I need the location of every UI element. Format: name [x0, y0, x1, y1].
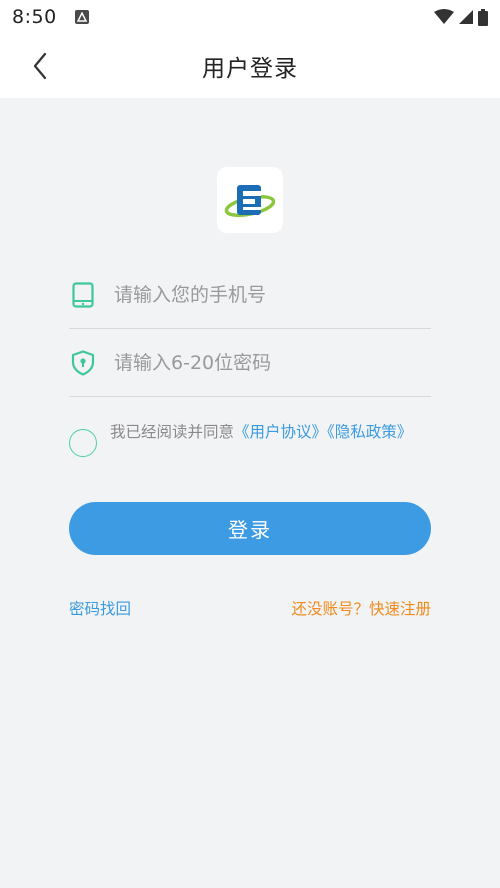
header-bar: 用户登录 [0, 34, 500, 98]
back-button[interactable] [22, 48, 58, 84]
signal-icon [459, 10, 473, 24]
agreement-row: 我已经阅读并同意《用户协议》《隐私政策》 [69, 420, 431, 457]
forgot-password-link[interactable]: 密码找回 [69, 597, 131, 619]
status-time: 8:50 [12, 6, 57, 28]
wifi-icon [434, 9, 454, 24]
shield-lock-icon [70, 349, 96, 376]
notification-app-icon [74, 10, 89, 24]
privacy-policy-link[interactable]: 《隐私政策》 [327, 423, 412, 441]
password-field-row [69, 329, 431, 397]
status-indicators [434, 8, 488, 26]
status-bar: 8:50 [0, 0, 500, 34]
phone-field-row [69, 261, 431, 329]
phone-input[interactable] [114, 283, 414, 306]
login-screen: 8:50 用户登录 请输入您的手机号 我已经阅读并同意《用户协议》《隐私政策》 … [0, 0, 500, 888]
user-agreement-link[interactable]: 《用户协议》 [234, 423, 327, 441]
footer-links: 密码找回 还没账号？快速注册 [69, 597, 431, 619]
tablet-phone-icon [70, 281, 96, 308]
page-title: 用户登录 [202, 56, 298, 82]
chevron-left-icon [33, 52, 47, 80]
app-logo-icon [224, 185, 276, 218]
agreement-prefix: 我已经阅读并同意 [110, 423, 235, 441]
app-logo [217, 167, 283, 233]
login-button[interactable]: 登录 [69, 502, 431, 555]
agreement-checkbox[interactable] [69, 429, 97, 457]
register-link[interactable]: 还没账号？快速注册 [291, 597, 431, 619]
battery-icon [478, 8, 488, 26]
agreement-text: 我已经阅读并同意《用户协议》《隐私政策》 [110, 420, 420, 457]
password-input[interactable] [114, 351, 414, 374]
